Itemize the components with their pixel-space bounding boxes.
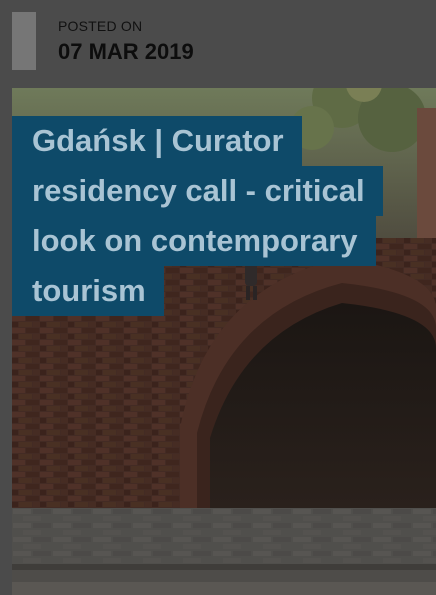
post-title-line-text: tourism (12, 265, 164, 316)
post-title-line: Gdańsk | Curator (12, 115, 412, 166)
post-title-line-text: residency call - critical (12, 165, 383, 216)
post-title-line-text: look on contemporary (12, 215, 376, 266)
meta-accent-bar (12, 12, 36, 70)
posted-on-label: POSTED ON (58, 18, 143, 34)
post-card[interactable]: POSTED ON 07 MAR 2019 Gdańsk | Curator r… (0, 0, 436, 595)
post-title[interactable]: Gdańsk | Curator residency call - critic… (12, 115, 412, 316)
posted-date: 07 MAR 2019 (58, 39, 194, 64)
post-meta: POSTED ON 07 MAR 2019 (12, 8, 436, 78)
post-title-line: residency call - critical (12, 165, 412, 216)
post-title-line: tourism (12, 265, 412, 316)
post-title-line: look on contemporary (12, 215, 412, 266)
post-title-line-text: Gdańsk | Curator (12, 115, 302, 166)
